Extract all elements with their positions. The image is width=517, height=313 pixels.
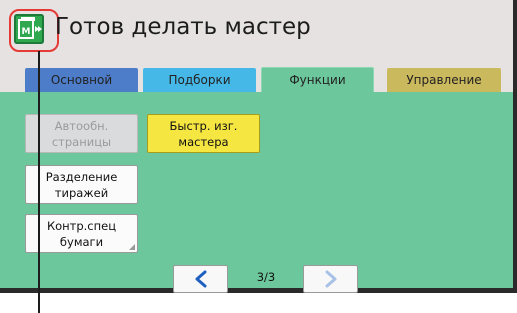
- tab-selections[interactable]: Подборки: [143, 68, 256, 92]
- auto-pages-label: Автообн. страницы: [51, 118, 112, 149]
- tab-management[interactable]: Управление: [387, 68, 501, 92]
- auto-pages-button[interactable]: Автообн. страницы: [25, 114, 138, 153]
- icon-highlight-callout: [9, 9, 59, 52]
- callout-pointer-line: [38, 51, 40, 313]
- control-panel-screen: M Готов делать мастер Основной Подборки …: [0, 0, 517, 293]
- chevron-left-icon: [195, 270, 206, 288]
- page-indicator: 3/3: [256, 270, 276, 284]
- special-paper-button[interactable]: Контр.спец бумаги: [25, 214, 138, 253]
- tab-label: Управление: [406, 73, 482, 87]
- job-separation-button[interactable]: Разделение тиражей: [25, 165, 138, 204]
- functions-panel: Автообн. страницы Быстр. изг. мастера Ра…: [0, 92, 513, 293]
- special-paper-label: Контр.спец бумаги: [46, 218, 117, 249]
- status-title: Готов делать мастер: [55, 14, 311, 40]
- chevron-right-icon: [325, 270, 336, 288]
- prev-page-button[interactable]: [173, 265, 228, 293]
- header: M Готов делать мастер: [0, 0, 513, 58]
- tab-label: Основной: [50, 73, 113, 87]
- tab-label: Подборки: [168, 73, 231, 87]
- tab-label: Функции: [289, 73, 346, 87]
- job-separation-label: Разделение тиражей: [45, 169, 118, 200]
- fast-master-button[interactable]: Быстр. изг. мастера: [147, 114, 260, 153]
- tab-functions[interactable]: Функции: [261, 67, 374, 94]
- tab-basic[interactable]: Основной: [25, 68, 138, 92]
- fast-master-label: Быстр. изг. мастера: [169, 118, 238, 149]
- submenu-corner-icon: [129, 244, 135, 250]
- next-page-button[interactable]: [303, 265, 358, 293]
